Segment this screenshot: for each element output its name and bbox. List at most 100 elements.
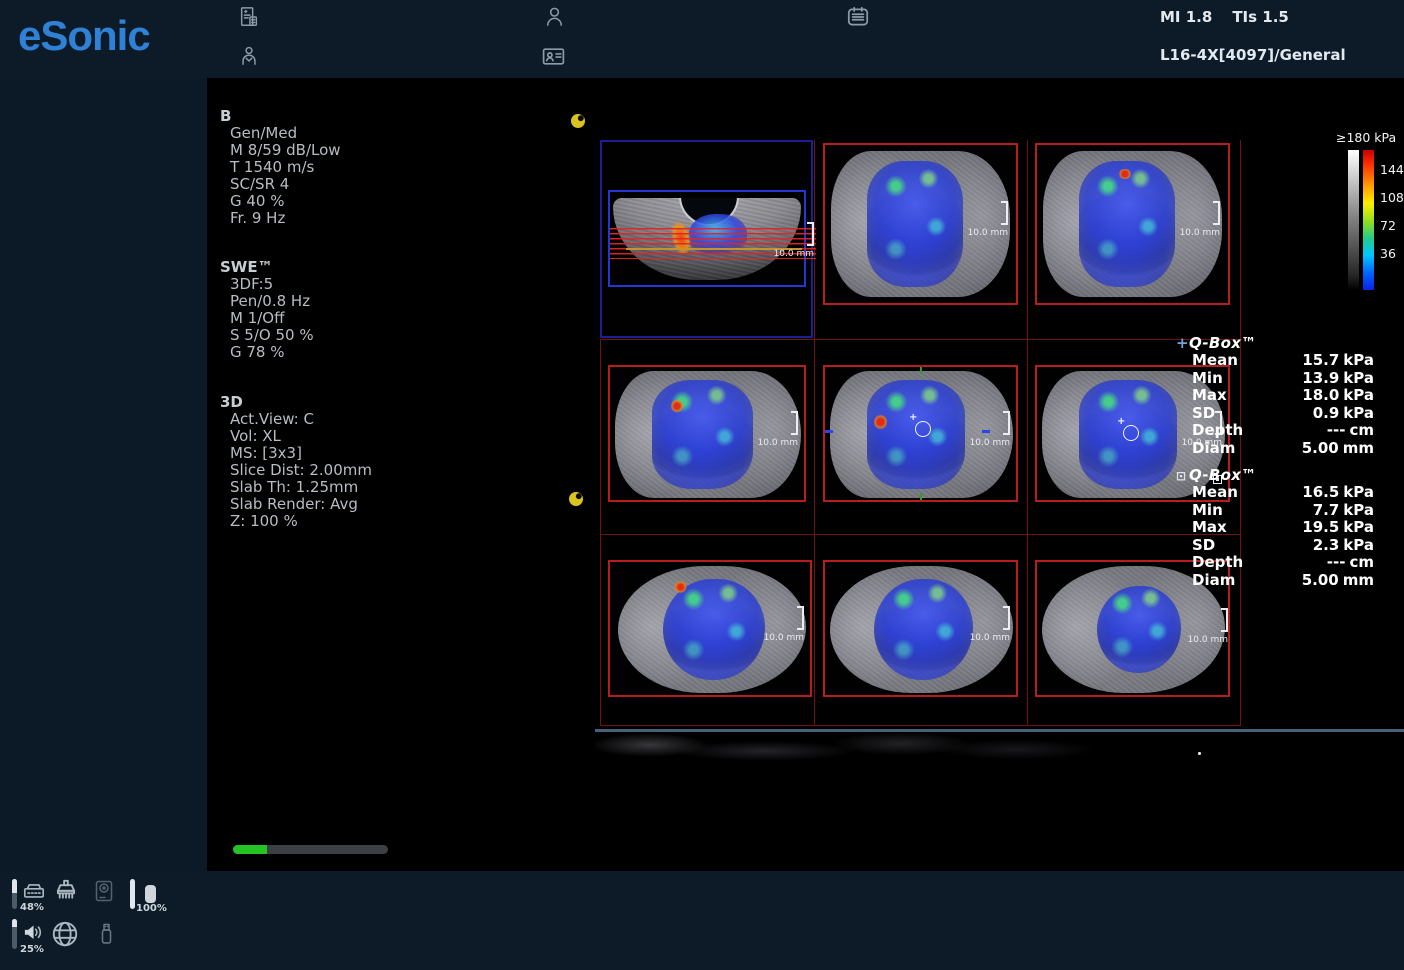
param-line: SC/SR 4 [220,176,341,193]
slice-cell[interactable]: 10.0 mm [1035,143,1230,305]
qbox2-marker-icon: ⊡ [1176,469,1189,483]
progress-fill [233,845,267,854]
swe-params: SWE™ 3DF:5 Pen/0.8 Hz M 1/Off S 5/O 50 %… [220,259,314,361]
slice-cell[interactable]: 10.0 mm [823,143,1018,305]
param-line: Fr. 9 Hz [220,210,341,227]
grid-line [600,534,1241,535]
esonic-logo: eSonic [18,12,150,60]
slice-cell-active[interactable]: 10.0 mm [823,365,1018,502]
qbox-row-unit: cm [1349,554,1374,572]
qbox-row-unit: kPa [1343,387,1374,405]
reference-roi-box: 10.0 mm [608,190,806,287]
slice-cell[interactable]: 10.0 mm [608,365,806,502]
scale-marker: 10.0 mm [968,201,1008,238]
swe-title: SWE™ [220,259,314,276]
qbox-row-label: Depth [1192,422,1243,440]
qbox2-header: ⊡Q-Box™ [1176,466,1374,484]
param-line: Slice Dist: 2.00mm [220,462,372,479]
active-slice-tick [920,367,922,374]
qbox-row-label: Depth [1192,554,1243,572]
slice-cell-reference[interactable]: 10.0 mm [600,140,813,338]
worklist-icon[interactable] [845,4,871,34]
scale-marker: 10.0 mm [758,411,798,448]
harddisk-status[interactable] [92,877,116,909]
scale-label: 10.0 mm [774,249,814,259]
elasto-overlay [874,579,973,681]
grid-line [600,339,1241,340]
active-slice-tick [920,493,922,500]
scale-label: 10.0 mm [970,633,1010,643]
scale-label: 10.0 mm [970,438,1010,448]
param-line: Z: 100 % [220,513,372,530]
top-bar: eSonic MI 1.8 TIs 1.5 L16-4X[4097]/Gener… [0,0,1404,78]
orientation-marker-icon [571,114,585,128]
scale-marker: 10.0 mm [970,606,1010,643]
battery-level-label: 100% [136,903,167,914]
cleaning-status[interactable] [50,877,82,911]
slice-cell[interactable]: 10.0 mm [823,560,1018,697]
qbox-row-value: 18.0 [1302,387,1339,405]
colorbar-tick: 36 [1380,246,1396,261]
id-card-icon[interactable] [541,44,566,73]
battery-level-indicator [130,879,135,909]
qbox-row-unit: kPa [1343,484,1374,502]
slice-cell[interactable]: 10.0 mm [608,560,812,697]
qbox-panel-1: +Q-Box™ Mean15.7kPa Min13.9kPa Max18.0kP… [1176,334,1374,457]
network-status[interactable] [50,919,80,953]
param-line: G 40 % [220,193,341,210]
param-line: Slab Render: Avg [220,496,372,513]
qbox1-title: Q-Box™ [1189,334,1256,352]
scale-bracket-icon [1003,606,1010,630]
qbox-row-value: 16.5 [1302,484,1339,502]
reference-slice-strip [595,733,1275,763]
bottom-bar: 48% 100% 25% ⟳ ⌖ ⌖ [0,871,1404,970]
qbox-row-value: 13.9 [1302,370,1339,388]
b-mode-title: B [220,108,341,125]
qbox-circle-cursor[interactable] [915,421,931,437]
scale-marker: 10.0 mm [774,222,814,259]
elasto-hotspot [874,414,887,430]
scale-label: 10.0 mm [758,438,798,448]
volume-level-indicator [12,919,17,949]
qbox-row-label: Mean [1192,352,1238,370]
qbox-row-value: 7.7 [1313,502,1340,520]
clinician-icon[interactable] [238,45,260,71]
patient-icon[interactable] [543,5,566,32]
qbox-row-value: --- [1327,422,1346,440]
orientation-marker-icon [569,492,583,506]
scale-marker: 10.0 mm [764,606,804,643]
scale-bracket-icon [1213,201,1220,225]
usb-icon [94,919,118,951]
param-line: T 1540 m/s [220,159,341,176]
qbox-row-label: Max [1192,387,1227,405]
qbox-row-value: 5.00 [1302,440,1339,458]
usb-status[interactable] [94,919,118,951]
grayscale-bar [1348,150,1359,290]
volume-level-label: 25% [20,944,44,955]
qbox-row-label: Min [1192,502,1223,520]
scale-bracket-icon [797,606,804,630]
b-mode-params: B Gen/Med M 8/59 dB/Low T 1540 m/s SC/SR… [220,108,341,227]
qbox-row-label: Diam [1192,572,1235,590]
qbox2-title: Q-Box™ [1189,466,1256,484]
qbox-circle-cursor[interactable] [1123,425,1139,441]
scale-marker: 10.0 mm [1188,608,1228,645]
qbox-row-unit: mm [1343,440,1374,458]
qbox1-marker-icon: + [1176,334,1189,352]
qbox-row-value: --- [1327,554,1346,572]
scale-marker: 10.0 mm [1180,201,1220,238]
qbox-row-unit: kPa [1343,502,1374,520]
elasto-overlay [867,380,966,489]
param-line: Gen/Med [220,125,341,142]
scale-bracket-icon [791,411,798,435]
grid-line [600,725,1241,726]
param-line: Pen/0.8 Hz [220,293,314,310]
globe-icon [50,919,80,953]
param-line: M 1/Off [220,310,314,327]
param-line: G 78 % [220,344,314,361]
probe-preset[interactable]: L16-4X[4097]/General [1160,46,1346,64]
elasto-hotspot [1118,169,1132,179]
scale-label: 10.0 mm [968,228,1008,238]
patient-file-icon[interactable] [238,6,260,32]
print-level-indicator [12,879,17,909]
